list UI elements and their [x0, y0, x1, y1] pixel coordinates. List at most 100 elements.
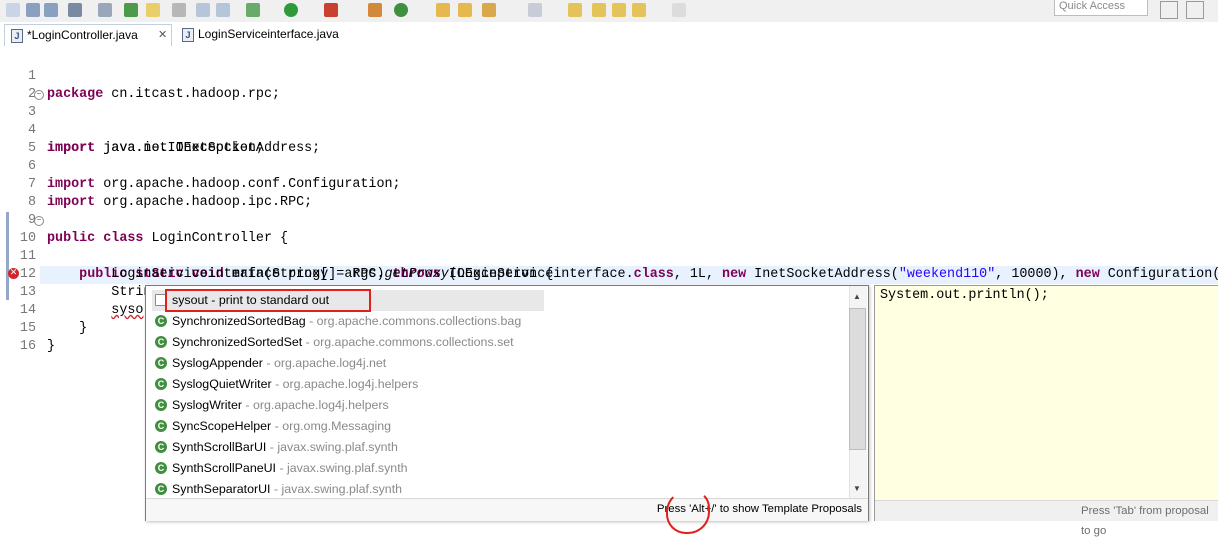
java-file-icon: J: [11, 29, 23, 43]
save-icon[interactable]: [26, 3, 40, 17]
external-tools-icon[interactable]: [368, 3, 382, 17]
new-java-class-icon[interactable]: [394, 3, 408, 17]
tab-label: *LoginController.java: [27, 28, 138, 42]
popup-status-bar: Press 'Alt+/' to show Template Proposals: [146, 498, 868, 521]
search-icon[interactable]: [98, 3, 112, 17]
code-line: 11 LoginServiceinterface proxy = RPC.get…: [0, 230, 1218, 282]
proposal-package: - javax.swing.plaf.synth: [276, 461, 408, 475]
proposal-package: - org.omg.Messaging: [271, 419, 392, 433]
list-item[interactable]: C SynthScrollPaneUI - javax.swing.plaf.s…: [152, 458, 849, 479]
last-edit-icon[interactable]: [672, 3, 686, 17]
proposal-name: SynthScrollPaneUI: [172, 461, 276, 475]
new-icon[interactable]: [6, 3, 20, 17]
tab-label: LoginServiceinterface.java: [198, 27, 339, 41]
copy-icon[interactable]: [196, 3, 210, 17]
tab-login-controller[interactable]: J *LoginController.java ✕: [4, 24, 172, 46]
code-line: 3 − import java.io.IOException;: [0, 86, 1218, 156]
list-item[interactable]: C SynthScrollBarUI - javax.swing.plaf.sy…: [152, 437, 849, 458]
proposal-list[interactable]: sysout - print to standard out C Synchro…: [146, 286, 849, 498]
proposal-name: SyslogAppender: [172, 356, 263, 370]
proposal-name: SyncScopeHelper: [172, 419, 272, 433]
scroll-down-icon[interactable]: ▼: [853, 484, 861, 493]
list-item[interactable]: C SyslogWriter - org.apache.log4j.helper…: [152, 395, 849, 416]
proposal-package: - org.apache.commons.collections.set: [302, 335, 514, 349]
code-line: 13 syso: [0, 266, 1218, 318]
proposal-name: SyslogQuietWriter: [172, 377, 272, 391]
proposal-package: - org.apache.log4j.helpers: [271, 377, 419, 391]
code-line: 8: [0, 176, 1218, 210]
save-all-icon[interactable]: [44, 3, 58, 17]
class-icon: C: [155, 462, 167, 474]
open-folder-icon[interactable]: [436, 3, 450, 17]
proposal-package: - org.apache.commons.collections.bag: [305, 314, 522, 328]
class-icon: C: [155, 483, 167, 495]
code-line: 1 package cn.itcast.hadoop.rpc;: [0, 50, 1218, 102]
class-icon: C: [155, 420, 167, 432]
proposal-package: - org.apache.log4j.helpers: [242, 398, 389, 412]
proposal-name: SynthScrollBarUI: [172, 440, 267, 454]
code-line: 12 String result = proxy.login("angelaba…: [0, 248, 1218, 300]
annotation-circle: [666, 490, 710, 534]
code-line: 9 public class LoginController {: [0, 194, 1218, 246]
class-icon: C: [155, 441, 167, 453]
paste-icon[interactable]: [216, 3, 230, 17]
proposal-package: - javax.swing.plaf.synth: [266, 440, 398, 454]
highlight-box: [165, 289, 371, 312]
open-type-icon[interactable]: [458, 3, 472, 17]
debug-icon[interactable]: [324, 3, 338, 17]
class-icon: C: [155, 357, 167, 369]
scroll-up-icon[interactable]: ▲: [853, 292, 861, 301]
list-item[interactable]: C SyslogAppender - org.apache.log4j.net: [152, 353, 849, 374]
next-annotation-icon[interactable]: [568, 3, 582, 17]
list-item[interactable]: C SyncScopeHelper - org.omg.Messaging: [152, 416, 849, 437]
build-icon[interactable]: [172, 3, 186, 17]
print-icon[interactable]: [68, 3, 82, 17]
tab-login-service-interface[interactable]: J LoginServiceinterface.java: [176, 24, 352, 45]
code-text: }: [47, 339, 56, 354]
code-line: 4 import java.net.InetSocketAddress;: [0, 104, 1218, 156]
run-icon[interactable]: [284, 3, 298, 17]
line-number: 16: [19, 339, 36, 354]
fold-icon[interactable]: −: [34, 90, 44, 100]
plugin-icon[interactable]: [246, 3, 260, 17]
code-line: 5: [0, 122, 1218, 156]
class-icon: C: [155, 315, 167, 327]
tab-hint: Press 'Tab' from proposal to go: [1081, 505, 1209, 537]
proposal-info-footer: Press 'Tab' from proposal to go: [875, 500, 1218, 537]
class-icon: C: [155, 399, 167, 411]
list-item[interactable]: C SynchronizedSortedBag - org.apache.com…: [152, 311, 849, 332]
class-icon: C: [155, 336, 167, 348]
java-file-icon: J: [182, 28, 194, 42]
close-icon[interactable]: ✕: [158, 25, 167, 46]
proposal-name: SynchronizedSortedSet: [172, 335, 303, 349]
fold-icon[interactable]: −: [34, 216, 44, 226]
scrollbar-thumb[interactable]: [849, 308, 866, 450]
editor-tab-bar: J *LoginController.java ✕ J LoginService…: [0, 22, 1218, 47]
list-item[interactable]: C SyslogQuietWriter - org.apache.log4j.h…: [152, 374, 849, 395]
forward-icon[interactable]: [632, 3, 646, 17]
class-icon: C: [155, 378, 167, 390]
error-icon[interactable]: ✕: [8, 268, 19, 279]
list-item[interactable]: C SynthSeparatorUI - javax.swing.plaf.sy…: [152, 479, 849, 498]
previous-annotation-icon[interactable]: [592, 3, 606, 17]
proposal-name: SynthSeparatorUI: [172, 482, 271, 496]
content-assist-popup[interactable]: sysout - print to standard out C Synchro…: [145, 285, 869, 521]
proposal-info-panel: System.out.println(); Press 'Tab' from p…: [874, 285, 1218, 537]
toggle-mark-icon[interactable]: [146, 3, 160, 17]
code-line: 6 import org.apache.hadoop.conf.Configur…: [0, 140, 1218, 192]
open-perspective-icon[interactable]: [1160, 1, 1178, 19]
code-line: 10 − public static void main(String[] ar…: [0, 212, 1218, 282]
list-item[interactable]: C SynchronizedSortedSet - org.apache.com…: [152, 332, 849, 353]
proposal-package: - javax.swing.plaf.synth: [270, 482, 403, 496]
run-debug-icon[interactable]: [124, 3, 138, 17]
brush-icon[interactable]: [482, 3, 496, 17]
java-perspective-icon[interactable]: [1186, 1, 1204, 19]
quick-access-input[interactable]: Quick Access: [1054, 0, 1148, 16]
proposal-package: - org.apache.log4j.net: [262, 356, 387, 370]
proposal-name: SyslogWriter: [172, 398, 242, 412]
proposal-name: SynchronizedSortedBag: [172, 314, 306, 328]
back-icon[interactable]: [612, 3, 626, 17]
code-line: 7 import org.apache.hadoop.ipc.RPC;: [0, 158, 1218, 210]
code-line: 2: [0, 68, 1218, 102]
annotation-icon[interactable]: [528, 3, 542, 17]
